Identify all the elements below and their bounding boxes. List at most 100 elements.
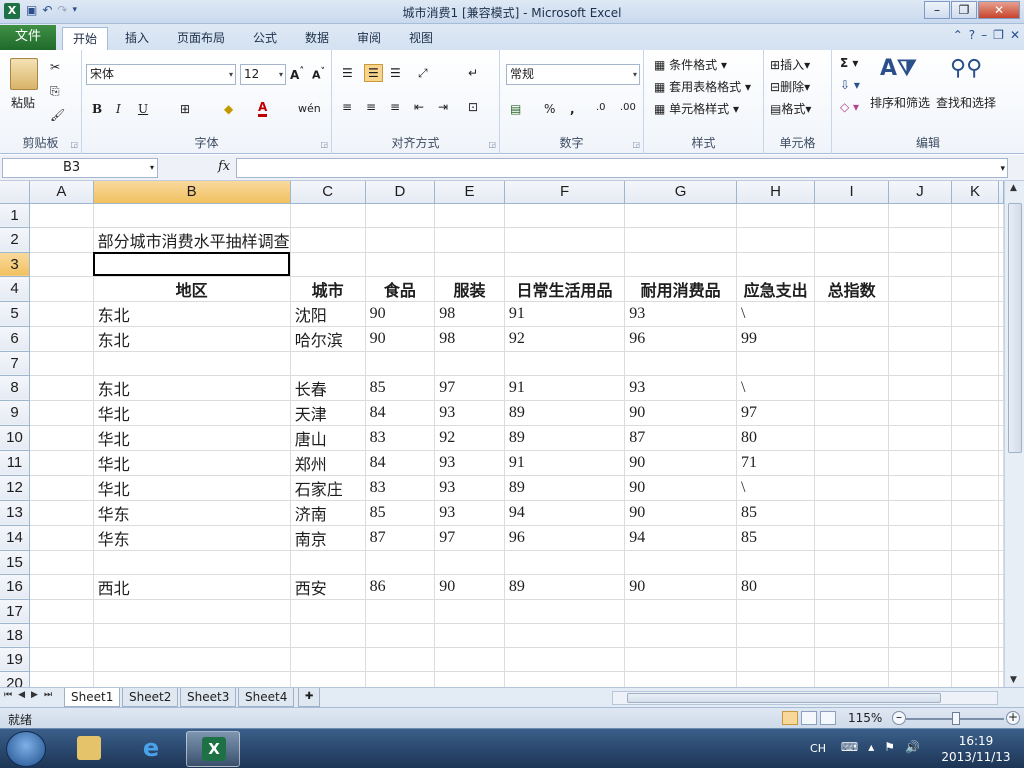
- cell-k9[interactable]: [951, 400, 999, 426]
- cell-b3[interactable]: [93, 252, 291, 277]
- cell-d17[interactable]: [365, 599, 436, 624]
- cell-a6[interactable]: [29, 326, 94, 352]
- cell-i2[interactable]: [814, 227, 890, 253]
- cell-j11[interactable]: [888, 450, 953, 476]
- cell-a12[interactable]: [29, 475, 94, 501]
- cell-e15[interactable]: [434, 550, 505, 575]
- cell-a13[interactable]: [29, 500, 94, 526]
- normal-view-icon[interactable]: [782, 711, 798, 725]
- scroll-up-icon[interactable]: ▲: [1010, 183, 1017, 193]
- cell-c1[interactable]: [290, 203, 366, 228]
- cell-c9[interactable]: 天津: [290, 400, 366, 426]
- cell-d15[interactable]: [365, 550, 436, 575]
- taskbar-explorer[interactable]: [62, 731, 116, 767]
- help-icon[interactable]: ?: [969, 28, 975, 42]
- cell-d9[interactable]: 84: [365, 400, 436, 426]
- column-header-k[interactable]: K: [951, 181, 999, 204]
- cell-k1[interactable]: [951, 203, 999, 228]
- cell-g1[interactable]: [624, 203, 737, 228]
- cell-g12[interactable]: 90: [624, 475, 737, 501]
- cell-k20[interactable]: [951, 671, 999, 687]
- sort-filter-button[interactable]: 排序和筛选: [870, 94, 930, 111]
- tab-home[interactable]: 开始: [62, 27, 109, 50]
- taskbar-ie[interactable]: e: [124, 731, 178, 767]
- cell-d16[interactable]: 86: [365, 574, 436, 600]
- italic-button[interactable]: I: [116, 102, 121, 116]
- cell-h19[interactable]: [736, 647, 816, 672]
- format-as-table-button[interactable]: ▦ 套用表格格式 ▾: [654, 78, 751, 95]
- cell-f18[interactable]: [504, 623, 626, 648]
- orientation-icon[interactable]: ⤢: [418, 66, 428, 81]
- cell-e14[interactable]: 97: [434, 525, 505, 551]
- cell-j12[interactable]: [888, 475, 953, 501]
- cell-g9[interactable]: 90: [624, 400, 737, 426]
- action-center-icon[interactable]: ⚑: [884, 740, 895, 754]
- cell-h20[interactable]: [736, 671, 816, 687]
- cell-b19[interactable]: [93, 647, 291, 672]
- paste-button[interactable]: 粘贴: [11, 94, 35, 111]
- cell-h13[interactable]: 85: [736, 500, 816, 526]
- cell-d7[interactable]: [365, 351, 436, 376]
- cell-e19[interactable]: [434, 647, 505, 672]
- column-header-j[interactable]: J: [888, 181, 953, 204]
- cell-f3[interactable]: [504, 252, 626, 277]
- cell-j16[interactable]: [888, 574, 953, 600]
- doc-minimize-icon[interactable]: –: [981, 28, 987, 42]
- cell-d2[interactable]: [365, 227, 436, 253]
- cell-j8[interactable]: [888, 375, 953, 401]
- cell-g17[interactable]: [624, 599, 737, 624]
- cell-i13[interactable]: [814, 500, 890, 526]
- cell-d19[interactable]: [365, 647, 436, 672]
- cell-c14[interactable]: 南京: [290, 525, 366, 551]
- cell-j1[interactable]: [888, 203, 953, 228]
- cell-b18[interactable]: [93, 623, 291, 648]
- cut-icon[interactable]: ✂: [50, 60, 60, 74]
- zoom-slider[interactable]: – +: [892, 711, 1020, 727]
- cell-b8[interactable]: 东北: [93, 375, 291, 401]
- cell-e10[interactable]: 92: [434, 425, 505, 451]
- scroll-down-icon[interactable]: ▼: [1010, 675, 1017, 685]
- collapse-ribbon-icon[interactable]: ⌃: [953, 28, 963, 42]
- cell-f15[interactable]: [504, 550, 626, 575]
- cell-e5[interactable]: 98: [434, 301, 505, 327]
- cell-k14[interactable]: [951, 525, 999, 551]
- shrink-font-icon[interactable]: A˅: [312, 66, 325, 82]
- clock[interactable]: 16:19 2013/11/13: [936, 733, 1016, 765]
- cell-f7[interactable]: [504, 351, 626, 376]
- cell-d20[interactable]: [365, 671, 436, 687]
- expand-formula-icon[interactable]: ▾: [1000, 164, 1005, 174]
- cell-j15[interactable]: [888, 550, 953, 575]
- cell-j5[interactable]: [888, 301, 953, 327]
- horizontal-scroll-thumb[interactable]: [627, 693, 941, 703]
- cell-b20[interactable]: [93, 671, 291, 687]
- cell-d12[interactable]: 83: [365, 475, 436, 501]
- cell-e1[interactable]: [434, 203, 505, 228]
- cell-f10[interactable]: 89: [504, 425, 626, 451]
- cell-a19[interactable]: [29, 647, 94, 672]
- cell-c13[interactable]: 济南: [290, 500, 366, 526]
- cell-j19[interactable]: [888, 647, 953, 672]
- cell-b7[interactable]: [93, 351, 291, 376]
- cell-g10[interactable]: 87: [624, 425, 737, 451]
- cell-f12[interactable]: 89: [504, 475, 626, 501]
- row-header[interactable]: 9: [0, 400, 30, 426]
- doc-close-icon[interactable]: ✕: [1010, 28, 1020, 42]
- cell-d8[interactable]: 85: [365, 375, 436, 401]
- cell-g14[interactable]: 94: [624, 525, 737, 551]
- column-header-c[interactable]: C: [290, 181, 366, 204]
- cell-c10[interactable]: 唐山: [290, 425, 366, 451]
- cell-j9[interactable]: [888, 400, 953, 426]
- align-top-icon[interactable]: ☰: [342, 66, 353, 80]
- cell-k7[interactable]: [951, 351, 999, 376]
- cell-h9[interactable]: 97: [736, 400, 816, 426]
- select-all-corner[interactable]: [0, 181, 30, 204]
- column-header-i[interactable]: I: [814, 181, 890, 204]
- cell-k6[interactable]: [951, 326, 999, 352]
- volume-icon[interactable]: 🔊: [905, 740, 920, 754]
- cell-h4[interactable]: 应急支出: [736, 276, 816, 302]
- first-sheet-icon[interactable]: ⏮: [4, 690, 12, 700]
- paste-icon[interactable]: [10, 58, 38, 90]
- cell-a16[interactable]: [29, 574, 94, 600]
- tab-data[interactable]: 数据: [295, 27, 339, 50]
- cell-a10[interactable]: [29, 425, 94, 451]
